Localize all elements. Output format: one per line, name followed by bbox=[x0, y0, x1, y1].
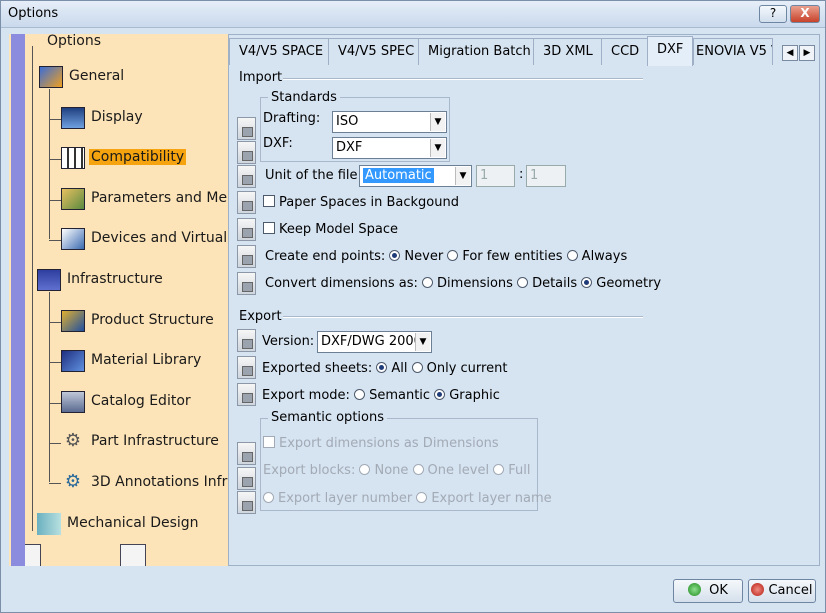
lock-icon[interactable] bbox=[237, 383, 256, 406]
options-panel: V4/V5 SPACE V4/V5 SPEC Migration Batch 3… bbox=[228, 34, 820, 566]
tree-scrollbar[interactable] bbox=[11, 34, 25, 566]
display-icon bbox=[61, 107, 85, 129]
version-label: Version: bbox=[262, 334, 315, 349]
export-layer-row: Export layer number Export layer name bbox=[263, 491, 552, 506]
lock-icon[interactable] bbox=[237, 467, 256, 490]
keep-model-space-checkbox[interactable]: Keep Model Space bbox=[263, 222, 398, 237]
ratio-left-field[interactable]: 1 bbox=[476, 165, 515, 187]
compatibility-icon bbox=[61, 147, 85, 169]
end-points-never-radio[interactable]: Never bbox=[389, 249, 443, 264]
close-button[interactable]: X bbox=[790, 5, 820, 23]
ratio-right-field[interactable]: 1 bbox=[526, 165, 566, 187]
drafting-label: Drafting: bbox=[263, 111, 321, 126]
tab-dxf[interactable]: DXF bbox=[647, 36, 694, 66]
lock-icon[interactable] bbox=[237, 491, 256, 514]
convert-details-radio[interactable]: Details bbox=[517, 276, 577, 291]
unit-label: Unit of the file: bbox=[265, 168, 362, 183]
unit-select[interactable]: Automatic ▼ bbox=[359, 165, 472, 187]
lock-icon[interactable] bbox=[237, 141, 256, 164]
blocks-none-radio[interactable]: None bbox=[359, 463, 408, 478]
standards-title: Standards bbox=[268, 90, 340, 105]
general-icon bbox=[39, 66, 63, 88]
tab-v4v5-spec[interactable]: V4/V5 SPEC bbox=[328, 38, 425, 65]
material-library-icon bbox=[61, 350, 85, 372]
annotations-icon: ⚙ bbox=[64, 471, 82, 492]
lock-icon[interactable] bbox=[237, 165, 256, 188]
ok-icon bbox=[688, 583, 702, 596]
options-tree: Options General Display Compatibility Pa… bbox=[9, 34, 228, 566]
options-dialog: Options ? X Options General Display Comp bbox=[0, 0, 826, 613]
sheets-current-radio[interactable]: Only current bbox=[411, 361, 507, 376]
end-points-few-radio[interactable]: For few entities bbox=[447, 249, 563, 264]
convert-dims-row: Convert dimensions as: Dimensions Detail… bbox=[265, 276, 662, 291]
window-title: Options bbox=[8, 6, 59, 21]
document-icon[interactable] bbox=[120, 544, 146, 566]
tab-migration-batch[interactable]: Migration Batch bbox=[418, 38, 541, 65]
mode-graphic-radio[interactable]: Graphic bbox=[434, 388, 500, 403]
devices-icon bbox=[61, 228, 85, 250]
cancel-icon bbox=[751, 583, 765, 596]
layer-name-radio[interactable]: Export layer name bbox=[416, 491, 552, 506]
ok-button[interactable]: OK bbox=[673, 579, 743, 603]
lock-icon[interactable] bbox=[237, 356, 256, 379]
mode-semantic-radio[interactable]: Semantic bbox=[354, 388, 430, 403]
lock-icon[interactable] bbox=[237, 191, 256, 214]
mechanical-design-icon bbox=[37, 513, 61, 535]
product-structure-icon bbox=[61, 310, 85, 332]
paper-spaces-checkbox[interactable]: Paper Spaces in Backgound bbox=[263, 195, 459, 210]
parameters-icon bbox=[61, 188, 85, 210]
export-dims-checkbox[interactable]: Export dimensions as Dimensions bbox=[263, 436, 499, 451]
dxf-standard-select[interactable]: DXF ▼ bbox=[332, 137, 447, 159]
export-title: Export bbox=[239, 309, 282, 324]
ratio-separator: : bbox=[519, 167, 524, 182]
lock-icon[interactable] bbox=[237, 245, 256, 268]
cancel-button[interactable]: Cancel bbox=[748, 579, 816, 603]
lock-icon[interactable] bbox=[237, 218, 256, 241]
semantic-options-title: Semantic options bbox=[268, 410, 387, 425]
tab-scroll-left-icon[interactable]: ◀ bbox=[782, 45, 798, 61]
import-title: Import bbox=[239, 70, 283, 85]
tab-v4v5-space[interactable]: V4/V5 SPACE bbox=[229, 38, 334, 65]
lock-icon[interactable] bbox=[237, 272, 256, 295]
title-bar: Options ? X bbox=[1, 1, 825, 28]
tab-ccd[interactable]: CCD bbox=[601, 38, 650, 65]
tree-root-label: Options bbox=[47, 34, 102, 49]
lock-icon[interactable] bbox=[237, 442, 256, 465]
end-points-always-radio[interactable]: Always bbox=[566, 249, 627, 264]
convert-dimensions-radio[interactable]: Dimensions bbox=[422, 276, 513, 291]
layer-number-radio[interactable]: Export layer number bbox=[263, 491, 412, 506]
blocks-one-level-radio[interactable]: One level bbox=[412, 463, 489, 478]
dxf-label: DXF: bbox=[263, 136, 293, 151]
help-button[interactable]: ? bbox=[759, 5, 787, 23]
convert-geometry-radio[interactable]: Geometry bbox=[581, 276, 661, 291]
gear-icon: ⚙ bbox=[64, 430, 82, 451]
export-blocks-row: Export blocks: None One level Full bbox=[263, 463, 531, 478]
lock-icon[interactable] bbox=[237, 329, 256, 352]
chevron-down-icon: ▼ bbox=[430, 139, 445, 157]
catalog-editor-icon bbox=[61, 391, 85, 413]
chevron-down-icon: ▼ bbox=[415, 333, 430, 351]
drafting-select[interactable]: ISO ▼ bbox=[332, 111, 447, 133]
exported-sheets-row: Exported sheets: All Only current bbox=[262, 361, 508, 376]
infrastructure-icon bbox=[37, 269, 61, 291]
export-mode-row: Export mode: Semantic Graphic bbox=[262, 388, 500, 403]
tab-enovia[interactable]: ENOVIA V5 V bbox=[693, 38, 773, 65]
chevron-down-icon: ▼ bbox=[430, 113, 445, 131]
lock-icon[interactable] bbox=[237, 117, 256, 140]
end-points-row: Create end points: Never For few entitie… bbox=[265, 249, 628, 264]
version-select[interactable]: DXF/DWG 2000 ▼ bbox=[317, 331, 432, 353]
blocks-full-radio[interactable]: Full bbox=[493, 463, 530, 478]
chevron-down-icon: ▼ bbox=[455, 167, 470, 185]
sheets-all-radio[interactable]: All bbox=[376, 361, 407, 376]
tab-3d-xml[interactable]: 3D XML bbox=[533, 38, 603, 65]
tab-scroll-right-icon[interactable]: ▶ bbox=[799, 45, 815, 61]
